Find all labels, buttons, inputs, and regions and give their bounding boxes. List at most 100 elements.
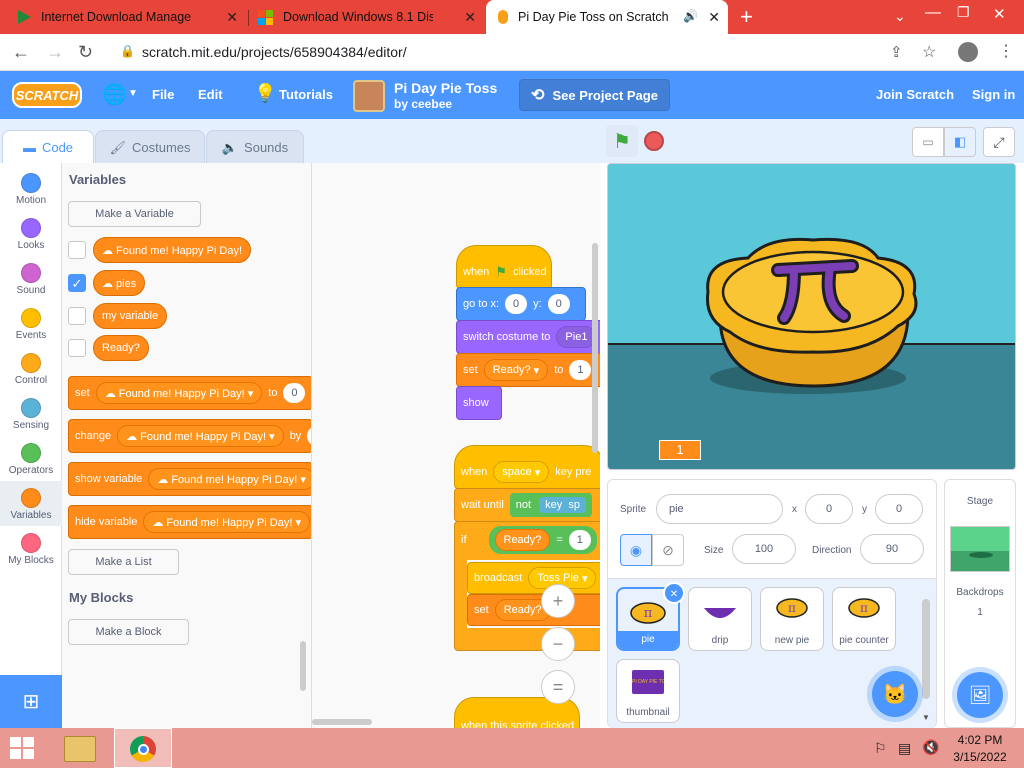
- minimize-icon[interactable]: —: [925, 4, 941, 22]
- make-list-button[interactable]: Make a List: [68, 549, 179, 575]
- volume-muted-icon[interactable]: 🔇: [922, 739, 939, 756]
- make-block-button[interactable]: Make a Block: [68, 619, 189, 645]
- sign-in-link[interactable]: Sign in: [972, 87, 1015, 102]
- y-input[interactable]: 0: [547, 294, 570, 314]
- scroll-down-icon[interactable]: ▼: [922, 713, 930, 722]
- tab-costumes[interactable]: 🖌 Costumes: [95, 130, 205, 164]
- profile-icon[interactable]: [958, 42, 978, 62]
- forward-icon[interactable]: →: [46, 42, 64, 63]
- equals-operator[interactable]: Ready? = 1: [488, 526, 597, 554]
- show-variable-block[interactable]: show variable ☁ Found me! Happy Pi Day! …: [68, 462, 311, 496]
- tutorials-menu[interactable]: Tutorials: [279, 87, 333, 102]
- stage-thumbnail[interactable]: [950, 526, 1010, 572]
- choose-backdrop-button[interactable]: 🖼: [957, 672, 1003, 718]
- close-tab-icon[interactable]: ✕: [464, 9, 476, 26]
- variable-checkbox[interactable]: [68, 307, 86, 325]
- workspace-v-scrollbar[interactable]: [592, 243, 598, 453]
- close-tab-icon[interactable]: ✕: [226, 9, 238, 26]
- close-window-icon[interactable]: ✕: [993, 5, 1006, 23]
- size-input[interactable]: 100: [732, 534, 796, 564]
- costume-dropdown[interactable]: Pie1: [556, 326, 597, 348]
- share-icon[interactable]: ⇪: [890, 43, 903, 61]
- pie-sprite[interactable]: [705, 237, 918, 388]
- flag-icon[interactable]: ⚐: [874, 740, 887, 757]
- hide-sprite-button[interactable]: ⊘: [652, 534, 684, 566]
- category-sensing[interactable]: Sensing: [0, 391, 62, 436]
- speaker-icon[interactable]: 🔊: [683, 9, 698, 23]
- palette-scrollbar[interactable]: [300, 641, 306, 691]
- stage-canvas[interactable]: 1: [607, 163, 1016, 470]
- variable-reporter[interactable]: Ready?: [494, 529, 551, 551]
- zoom-in-button[interactable]: +: [541, 584, 575, 618]
- category-looks[interactable]: Looks: [0, 211, 62, 256]
- y-position-input[interactable]: 0: [875, 494, 923, 524]
- edit-menu[interactable]: Edit: [198, 87, 223, 102]
- sprite-tile-pie-counter[interactable]: π pie counter: [832, 587, 896, 651]
- set-ready-block[interactable]: set Ready? to: [467, 594, 600, 626]
- browser-tab-windows[interactable]: Download Windows 8.1 Disc Ima ✕: [250, 0, 484, 34]
- sprite-list-scrollbar[interactable]: [922, 599, 930, 699]
- variable-reporter-found-me[interactable]: ☁ Found me! Happy Pi Day!: [93, 237, 252, 263]
- sprite-name-input[interactable]: pie: [656, 494, 783, 524]
- value-input[interactable]: 0: [283, 383, 306, 403]
- if-block[interactable]: if Ready? = 1 broadcast Toss Pie ▾ set R…: [454, 521, 600, 651]
- category-variables[interactable]: Variables: [0, 481, 62, 526]
- sprite-tile-thumbnail[interactable]: PI DAY PIE TOSS thumbnail: [616, 659, 680, 723]
- switch-costume-block[interactable]: switch costume to Pie1: [456, 320, 600, 354]
- direction-input[interactable]: 90: [860, 534, 924, 564]
- url-text[interactable]: scratch.mit.edu/projects/658904384/edito…: [142, 44, 407, 60]
- restore-icon[interactable]: ❐: [957, 4, 970, 21]
- delete-sprite-button[interactable]: ✕: [663, 582, 685, 604]
- variable-reporter-ready[interactable]: Ready?: [93, 335, 149, 361]
- change-variable-block[interactable]: change ☁ Found me! Happy Pi Day! ▾ by: [68, 419, 311, 453]
- clock-time[interactable]: 4:02 PM: [950, 733, 1010, 747]
- when-key-pressed-block[interactable]: when space ▾ key pre: [454, 445, 600, 489]
- set-ready-block[interactable]: set Ready? ▾ to 1: [456, 353, 600, 387]
- author-avatar[interactable]: [353, 80, 385, 112]
- fullscreen-button[interactable]: ⤢: [983, 127, 1015, 157]
- category-events[interactable]: Events: [0, 301, 62, 346]
- category-my-blocks[interactable]: My Blocks: [0, 526, 62, 571]
- value-input[interactable]: 1: [568, 530, 591, 550]
- project-author[interactable]: by ceebee: [394, 97, 452, 111]
- sprite-tile-pie[interactable]: π pie ✕: [616, 582, 685, 651]
- hide-variable-block[interactable]: hide variable ☁ Found me! Happy Pi Day! …: [68, 505, 311, 539]
- category-control[interactable]: Control: [0, 346, 62, 391]
- workspace-h-scrollbar[interactable]: [312, 719, 372, 725]
- see-project-page-button[interactable]: ⟲ See Project Page: [519, 79, 670, 111]
- category-motion[interactable]: Motion: [0, 166, 62, 211]
- chevron-down-icon[interactable]: ⌄: [894, 8, 906, 25]
- set-variable-block[interactable]: set ☁ Found me! Happy Pi Day! ▾ to 0: [68, 376, 311, 410]
- clock-date[interactable]: 3/15/2022: [950, 750, 1010, 764]
- variable-reporter-my-variable[interactable]: my variable: [93, 303, 168, 329]
- stage-selector-pane[interactable]: Stage Backdrops 1 🖼: [944, 479, 1016, 728]
- add-extension-button[interactable]: ⊞: [0, 675, 62, 728]
- file-explorer-icon[interactable]: [64, 736, 96, 762]
- variable-dropdown[interactable]: Ready? ▾: [483, 359, 549, 381]
- small-stage-button[interactable]: ▭: [912, 127, 944, 157]
- browser-tab-scratch[interactable]: Pi Day Pie Toss on Scratch 🔊 ✕: [486, 0, 728, 34]
- file-menu[interactable]: File: [152, 87, 174, 102]
- sprite-tile-drip[interactable]: drip: [688, 587, 752, 651]
- go-to-xy-block[interactable]: go to x: 0 y: 0: [456, 287, 586, 321]
- variable-dropdown[interactable]: ☁ Found me! Happy Pi Day! ▾: [95, 382, 263, 404]
- back-icon[interactable]: ←: [12, 42, 30, 63]
- new-tab-button[interactable]: +: [740, 4, 753, 30]
- close-tab-icon[interactable]: ✕: [708, 9, 720, 26]
- chrome-taskbar-button[interactable]: [114, 728, 172, 768]
- script-workspace[interactable]: when ⚑ clicked go to x: 0 y: 0 switch co…: [312, 163, 600, 728]
- variable-checkbox-checked[interactable]: ✓: [68, 274, 86, 292]
- zoom-reset-button[interactable]: =: [541, 670, 575, 704]
- when-flag-clicked-block[interactable]: when ⚑ clicked: [456, 245, 552, 289]
- browser-tab-idm[interactable]: Internet Download Manager: The ✕: [10, 0, 246, 34]
- tab-code[interactable]: ▬ Code: [2, 130, 94, 164]
- green-flag-button[interactable]: ⚑: [606, 125, 638, 157]
- reload-icon[interactable]: ↻: [78, 42, 93, 63]
- broadcast-block[interactable]: broadcast Toss Pie ▾: [467, 562, 600, 594]
- variable-checkbox[interactable]: [68, 241, 86, 259]
- scratch-logo[interactable]: SCRATCH: [12, 82, 82, 108]
- variable-dropdown[interactable]: ☁ Found me! Happy Pi Day! ▾: [143, 511, 310, 533]
- tab-sounds[interactable]: 🔈 Sounds: [206, 130, 304, 164]
- stop-button[interactable]: [644, 131, 664, 151]
- sprite-tile-new-pie[interactable]: π new pie: [760, 587, 824, 651]
